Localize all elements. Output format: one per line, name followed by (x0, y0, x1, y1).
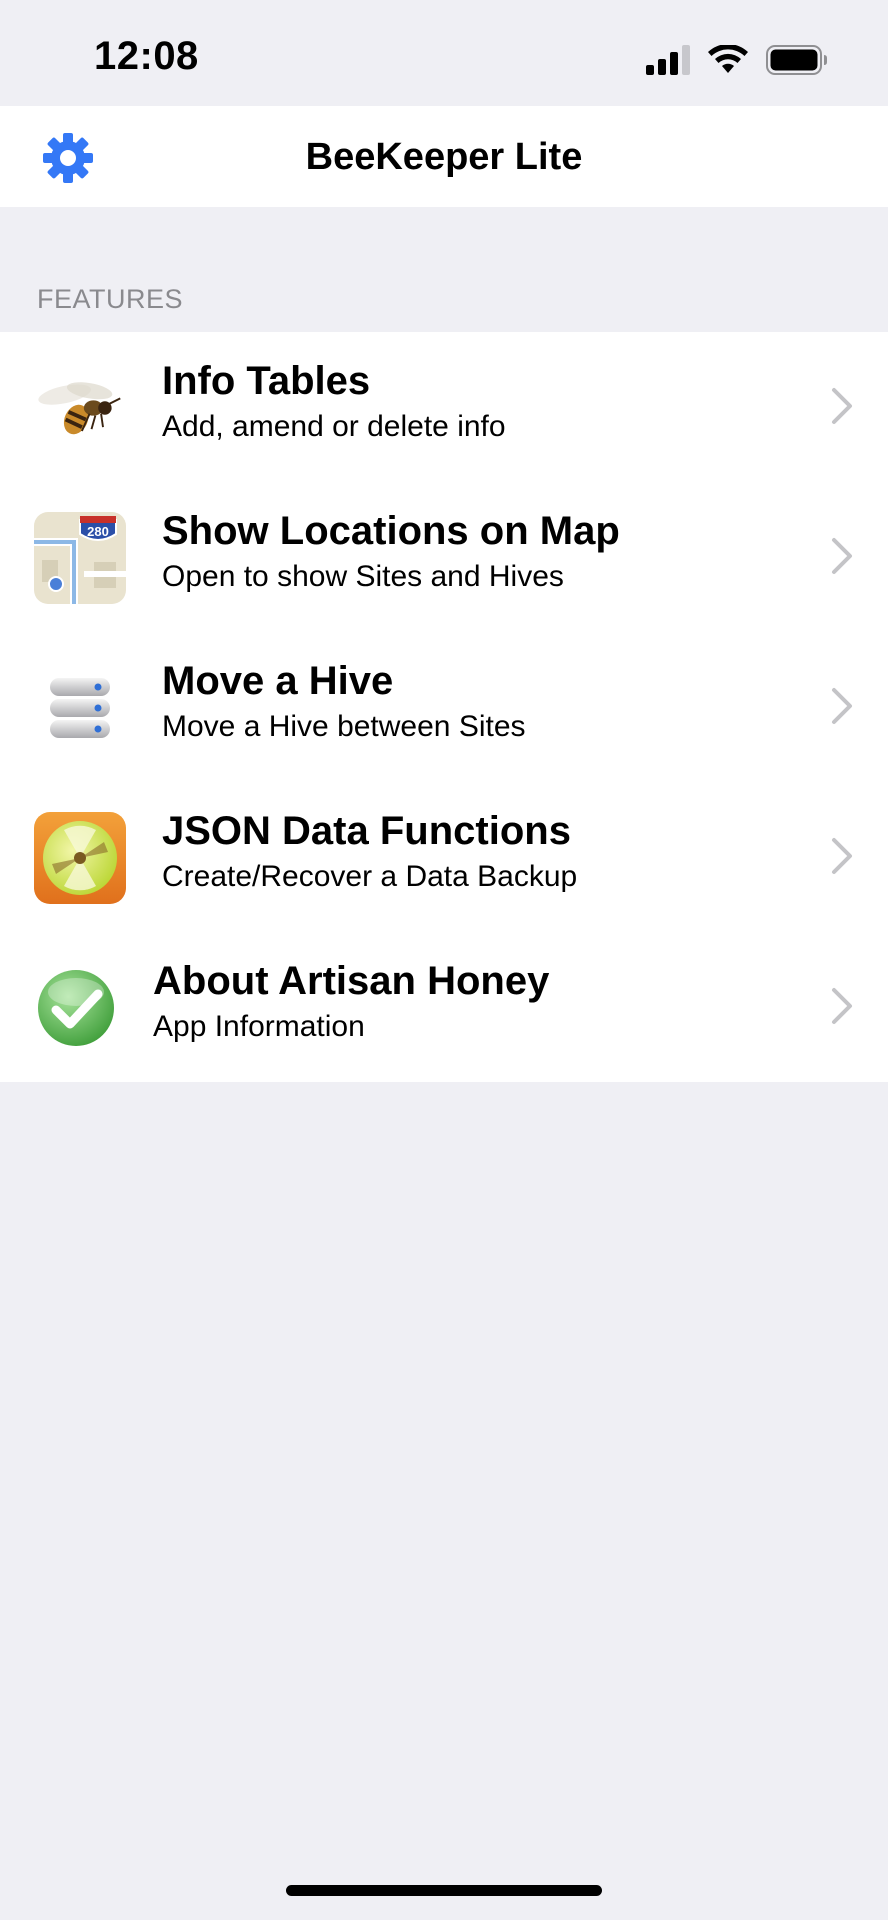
row-text: Show Locations on Map Open to show Sites… (162, 506, 620, 598)
status-bar: 12:08 (0, 0, 888, 106)
checkmark-icon (30, 962, 122, 1054)
chevron-right-icon (832, 838, 852, 874)
row-text: Info Tables Add, amend or delete info (162, 356, 506, 448)
chevron-right-icon (832, 388, 852, 424)
server-stack-icon (34, 662, 126, 754)
status-time: 12:08 (94, 34, 199, 78)
list-item-show-locations[interactable]: 280 Show Locations on Map Open to show S… (0, 482, 888, 632)
row-title: Move a Hive (162, 659, 394, 703)
row-title: Info Tables (162, 359, 371, 403)
home-indicator[interactable] (286, 1885, 602, 1896)
map-icon: 280 (34, 512, 126, 604)
row-subtitle: Create/Recover a Data Backup (162, 860, 578, 893)
row-title: JSON Data Functions (162, 809, 571, 853)
list-item-about[interactable]: About Artisan Honey App Information (0, 932, 888, 1082)
row-subtitle: Move a Hive between Sites (162, 710, 526, 743)
cellular-signal-icon (646, 45, 690, 75)
battery-icon (766, 45, 827, 75)
svg-text:280: 280 (87, 524, 109, 539)
row-subtitle: Open to show Sites and Hives (162, 560, 564, 593)
row-subtitle: App Information (153, 1010, 365, 1043)
chevron-right-icon (832, 988, 852, 1024)
chevron-right-icon (832, 688, 852, 724)
disc-backup-icon (34, 812, 126, 904)
chevron-right-icon (832, 538, 852, 574)
page-title: BeeKeeper Lite (305, 136, 583, 178)
row-subtitle: Add, amend or delete info (162, 410, 506, 443)
navigation-bar: BeeKeeper Lite (0, 106, 888, 207)
wifi-icon (708, 45, 748, 73)
bee-icon (34, 362, 126, 454)
list-item-move-hive[interactable]: Move a Hive Move a Hive between Sites (0, 632, 888, 782)
row-text: About Artisan Honey App Information (153, 956, 549, 1048)
row-text: Move a Hive Move a Hive between Sites (162, 656, 526, 748)
section-header: FEATURES (37, 284, 184, 314)
row-title: About Artisan Honey (153, 959, 550, 1003)
list-item-info-tables[interactable]: Info Tables Add, amend or delete info (0, 332, 888, 482)
row-text: JSON Data Functions Create/Recover a Dat… (162, 806, 577, 898)
status-icons (646, 42, 828, 78)
features-list: Info Tables Add, amend or delete info 28… (0, 332, 888, 1082)
row-title: Show Locations on Map (162, 509, 620, 553)
list-item-json-data[interactable]: JSON Data Functions Create/Recover a Dat… (0, 782, 888, 932)
